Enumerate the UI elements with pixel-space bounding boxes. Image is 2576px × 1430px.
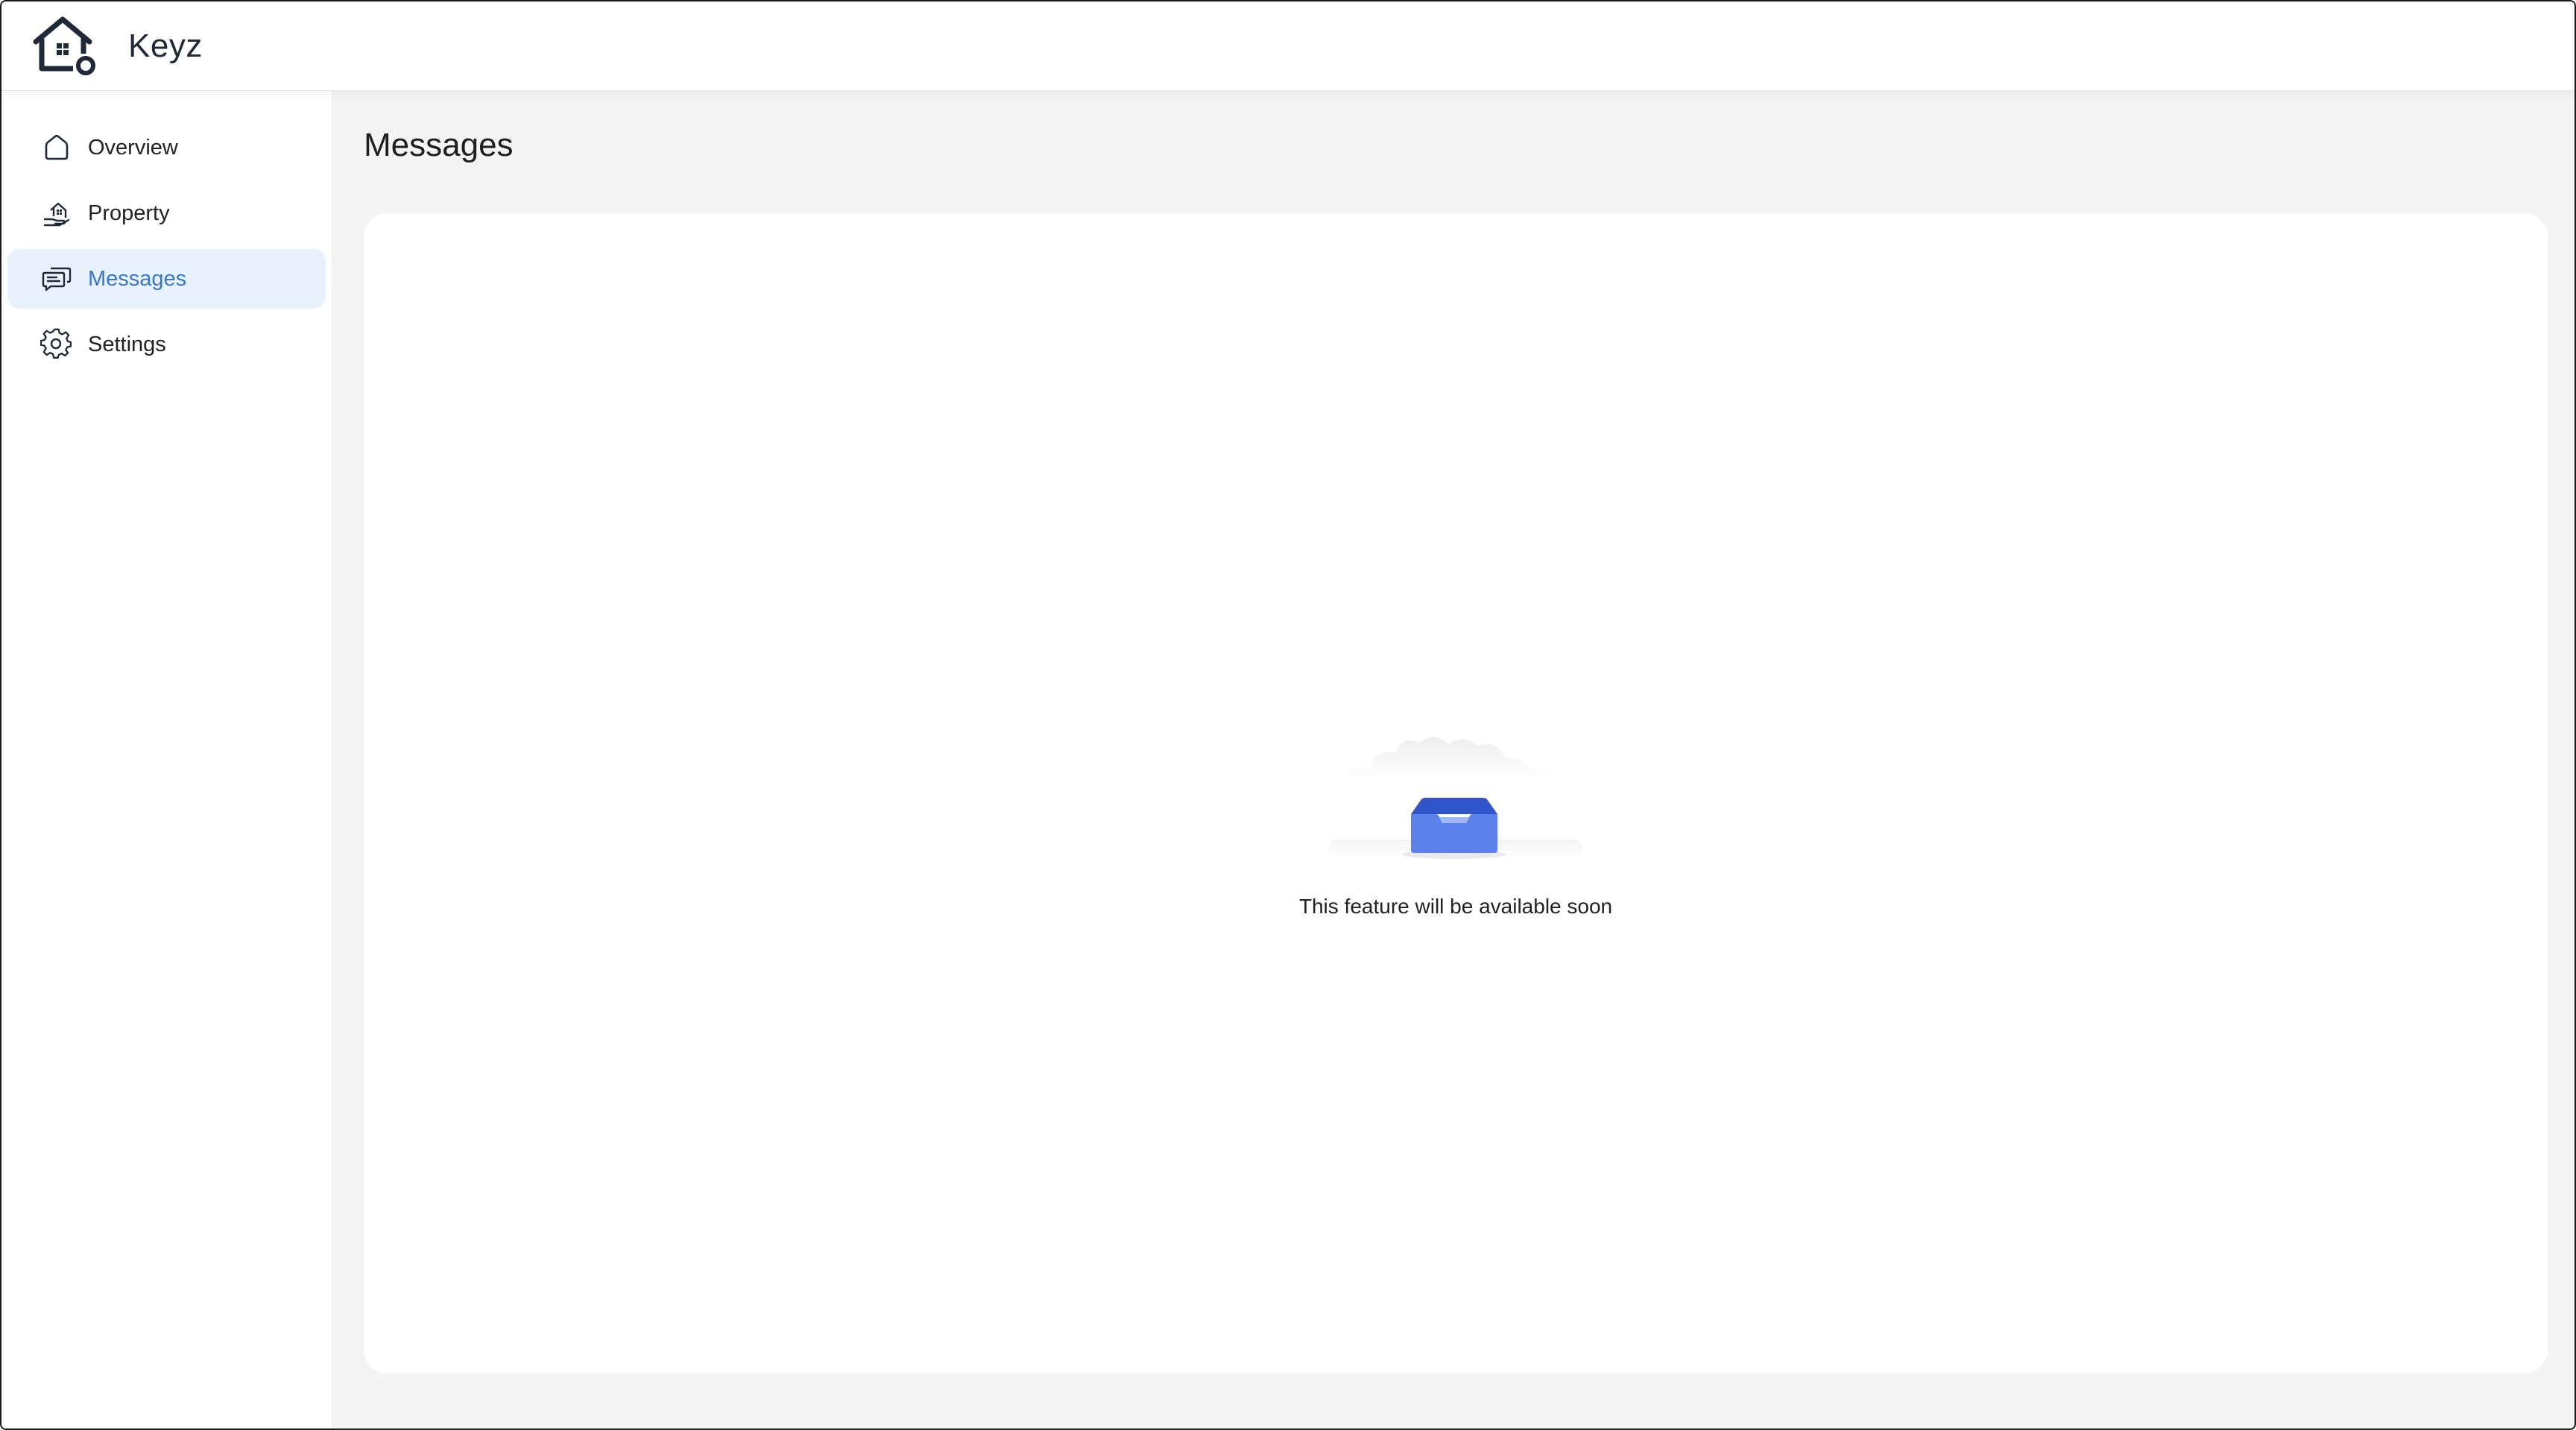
- empty-inbox-icon: [1329, 737, 1582, 859]
- sidebar-item-label: Property: [88, 201, 170, 225]
- sidebar-item-overview[interactable]: Overview: [7, 118, 326, 177]
- home-icon: [45, 134, 69, 160]
- sidebar-item-messages[interactable]: Messages: [7, 249, 326, 309]
- empty-state: This feature will be available soon: [364, 720, 2548, 919]
- brand-name: Keyz: [128, 27, 203, 64]
- sidebar: Overview Property Messages Settings: [1, 91, 332, 1429]
- page-title: Messages: [364, 127, 514, 163]
- gear-icon: [40, 328, 72, 359]
- sidebar-item-label: Overview: [88, 135, 178, 160]
- sidebar-item-settings[interactable]: Settings: [7, 315, 326, 374]
- sidebar-item-property[interactable]: Property: [7, 183, 326, 243]
- top-header: Keyz: [1, 1, 2575, 91]
- app-window: Keyz Overview Property Messages Settings…: [0, 0, 2576, 1430]
- sidebar-item-label: Messages: [88, 266, 187, 291]
- empty-state-text: This feature will be available soon: [1298, 895, 1613, 918]
- house-key-logo-icon[interactable]: [30, 13, 101, 79]
- content-card: This feature will be available soon: [364, 213, 2548, 1373]
- sidebar-item-label: Settings: [88, 332, 166, 356]
- property-icon: [43, 202, 70, 227]
- chat-icon: [42, 267, 72, 292]
- main-content: Messages This feature will be available …: [332, 91, 2575, 1429]
